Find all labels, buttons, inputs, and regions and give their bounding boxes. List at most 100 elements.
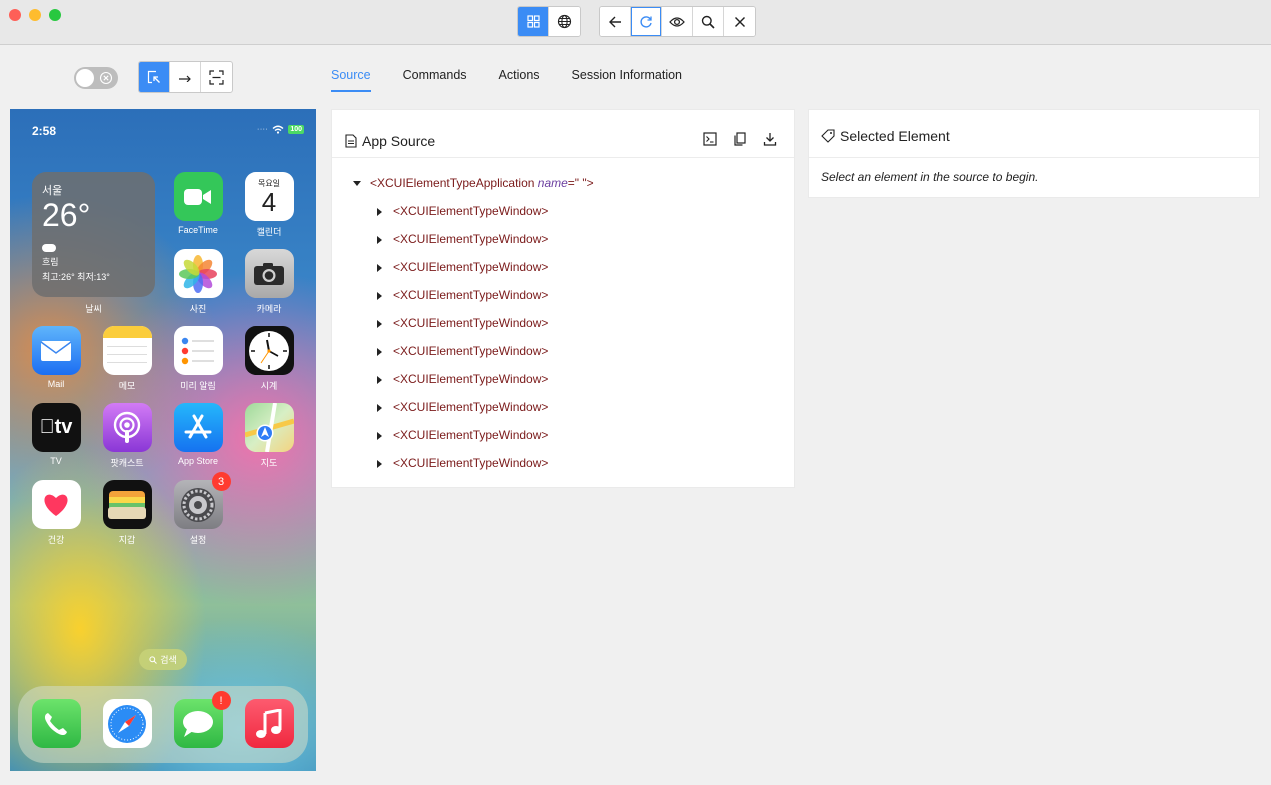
app-photos[interactable]: 사진: [168, 249, 228, 315]
app-notes[interactable]: 메모: [97, 326, 157, 392]
caret-right-icon[interactable]: [377, 375, 382, 384]
app-health[interactable]: 건강: [26, 480, 86, 546]
tree-node-window[interactable]: <XCUIElementTypeWindow>: [377, 204, 548, 218]
selected-element-header: Selected Element: [809, 110, 1259, 158]
caret-right-icon[interactable]: [377, 319, 382, 328]
native-view-button[interactable]: [518, 7, 549, 36]
search-element-button[interactable]: [693, 7, 724, 36]
tree-node-window[interactable]: <XCUIElementTypeWindow>: [377, 288, 548, 302]
podcasts-icon: [102, 403, 152, 452]
tree-node-window[interactable]: <XCUIElementTypeWindow>: [377, 260, 548, 274]
tap-coordinates-button[interactable]: [201, 62, 232, 92]
select-element-button[interactable]: [139, 62, 170, 92]
app-clock[interactable]: 시계: [239, 326, 299, 392]
caret-right-icon[interactable]: [377, 291, 382, 300]
caret-right-icon[interactable]: [377, 431, 382, 440]
calendar-icon: 목요일 4: [244, 172, 294, 221]
app-camera[interactable]: 카메라: [239, 249, 299, 315]
search-icon: [149, 655, 158, 664]
app-maps[interactable]: 지도: [239, 403, 299, 469]
weather-widget-label: 날씨: [85, 304, 102, 314]
app-facetime[interactable]: FaceTime: [168, 172, 228, 235]
terminal-icon[interactable]: [703, 132, 717, 146]
app-reminders[interactable]: 미리 알림: [168, 326, 228, 392]
caret-right-icon[interactable]: [377, 235, 382, 244]
caret-right-icon[interactable]: [377, 403, 382, 412]
show-elements-button[interactable]: [662, 7, 693, 36]
app-source-tools: [703, 132, 777, 146]
close-icon: [734, 16, 745, 27]
refresh-button[interactable]: [631, 7, 662, 36]
web-view-button[interactable]: [549, 7, 580, 36]
download-icon[interactable]: [763, 132, 777, 146]
view-mode-group: [517, 6, 581, 37]
device-screenshot[interactable]: 2:58 ···· 100 서울 26° 흐림 최고:26° 최저:13° 날씨…: [10, 109, 316, 771]
facetime-icon: [173, 172, 223, 221]
caret-down-icon[interactable]: [353, 181, 361, 187]
app-mail[interactable]: Mail: [26, 326, 86, 389]
wallet-icon: [102, 480, 152, 529]
zoom-window-button[interactable]: [49, 9, 61, 21]
safari-compass-icon: [102, 699, 152, 748]
messages-icon: !: [173, 691, 231, 748]
tree-node-window[interactable]: <XCUIElementTypeWindow>: [377, 428, 548, 442]
caret-right-icon[interactable]: [377, 207, 382, 216]
app-source-title: App Source: [345, 133, 435, 149]
maps-icon: [244, 403, 294, 452]
toggle-knob: [76, 69, 94, 87]
app-wallet[interactable]: 지갑: [97, 480, 157, 546]
swipe-button[interactable]: [170, 62, 201, 92]
tab-session-information[interactable]: Session Information: [572, 61, 682, 92]
tv-icon: tv: [31, 403, 81, 452]
session-controls-group: [599, 6, 756, 37]
app-tv[interactable]: tv TV: [26, 403, 86, 466]
window-titlebar: [0, 0, 1271, 45]
tag-icon: [821, 129, 835, 143]
minimize-window-button[interactable]: [29, 9, 41, 21]
dock-app-music[interactable]: [239, 699, 299, 748]
app-source-header: App Source: [332, 110, 794, 158]
camera-icon: [244, 249, 294, 298]
tab-actions[interactable]: Actions: [499, 61, 540, 92]
photos-icon: [173, 249, 223, 298]
app-settings[interactable]: 3 설정: [168, 472, 231, 546]
weather-high-low: 최고:26° 최저:13°: [42, 272, 110, 282]
appstore-icon: [173, 403, 223, 452]
music-note-icon: [244, 699, 294, 748]
app-appstore[interactable]: App Store: [168, 403, 228, 466]
tab-source[interactable]: Source: [331, 61, 371, 92]
copy-icon[interactable]: [733, 132, 747, 146]
tree-node-window[interactable]: <XCUIElementTypeWindow>: [377, 456, 548, 470]
swipe-arrow-icon: [179, 75, 191, 82]
grid-icon: [526, 15, 540, 28]
quit-session-button[interactable]: [724, 7, 755, 36]
mail-icon: [31, 326, 81, 375]
dock-app-safari[interactable]: [97, 699, 157, 748]
health-heart-icon: [31, 480, 81, 529]
back-button[interactable]: [600, 7, 631, 36]
weather-widget[interactable]: 서울 26° 흐림 최고:26° 최저:13°: [32, 172, 155, 297]
caret-right-icon[interactable]: [377, 347, 382, 356]
app-podcasts[interactable]: 팟캐스트: [97, 403, 157, 469]
tree-node-application[interactable]: <XCUIElementTypeApplication name=" ">: [353, 176, 594, 190]
close-circle-icon: [99, 71, 113, 85]
tree-node-window[interactable]: <XCUIElementTypeWindow>: [377, 372, 548, 386]
tree-node-window[interactable]: <XCUIElementTypeWindow>: [377, 344, 548, 358]
caret-right-icon[interactable]: [377, 263, 382, 272]
cloud-icon: [42, 244, 56, 252]
refresh-icon: [640, 15, 652, 28]
caret-right-icon[interactable]: [377, 459, 382, 468]
tree-node-window[interactable]: <XCUIElementTypeWindow>: [377, 400, 548, 414]
tree-node-window[interactable]: <XCUIElementTypeWindow>: [377, 232, 548, 246]
selected-element-panel: Selected Element Select an element in th…: [808, 109, 1260, 198]
screenshot-frame-icon: [209, 69, 224, 85]
notes-icon: [102, 326, 152, 375]
app-mode-toggle[interactable]: [74, 67, 118, 89]
app-calendar[interactable]: 목요일 4 캘린더: [239, 172, 299, 238]
tab-commands[interactable]: Commands: [403, 61, 467, 92]
close-window-button[interactable]: [9, 9, 21, 21]
spotlight-search-pill[interactable]: 검색: [139, 649, 187, 670]
dock-app-messages[interactable]: !: [168, 691, 231, 748]
dock-app-phone[interactable]: [26, 699, 86, 748]
tree-node-window[interactable]: <XCUIElementTypeWindow>: [377, 316, 548, 330]
